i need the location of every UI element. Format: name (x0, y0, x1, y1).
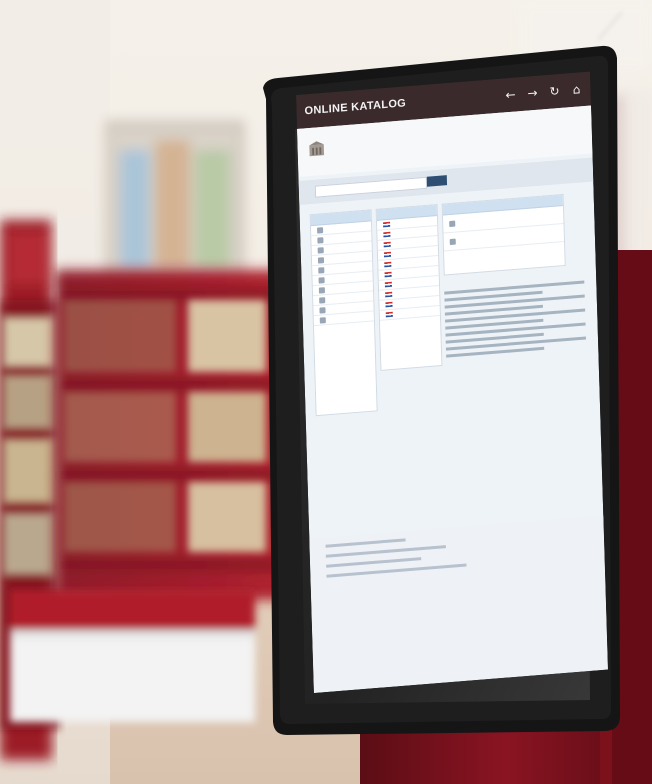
home-icon[interactable]: ⌂ (570, 82, 582, 97)
forward-arrow-icon[interactable]: → (526, 86, 538, 101)
row-bullet-icon (317, 236, 324, 244)
flag-icon (383, 251, 392, 258)
back-arrow-icon[interactable]: ← (504, 87, 516, 102)
flag-icon (384, 261, 392, 268)
reload-icon[interactable]: ↻ (548, 84, 560, 99)
flag-icon (385, 301, 393, 308)
language-column (375, 203, 443, 371)
flag-icon (384, 281, 392, 288)
row-bullet-icon (318, 276, 325, 284)
flag-icon (383, 221, 391, 228)
row-bullet-icon (317, 256, 325, 264)
row-bullet-icon (319, 296, 326, 304)
row-bullet-icon (319, 316, 326, 324)
kiosk-nav: ← → ↻ ⌂ (504, 82, 582, 102)
footer-line (326, 557, 422, 568)
row-bullet-icon (318, 266, 325, 274)
left-column (309, 209, 378, 417)
flag-icon (384, 271, 392, 278)
quick-links-card (441, 193, 566, 276)
library-logo-icon (309, 141, 325, 157)
footer-line (325, 545, 446, 558)
search-input[interactable] (314, 176, 428, 198)
library-info-block (444, 276, 590, 477)
quick-link-icon (449, 238, 456, 245)
footer-line (325, 538, 406, 548)
row-bullet-icon (318, 286, 325, 294)
row-bullet-icon (317, 226, 324, 234)
search-button[interactable] (426, 175, 448, 187)
page-footer (309, 515, 608, 693)
row-bullet-icon (317, 246, 324, 254)
catalog-webpage (297, 105, 608, 694)
flag-icon (383, 231, 391, 238)
kiosk-title: ONLINE KATALOG (304, 97, 407, 118)
flag-icon (385, 291, 393, 298)
kiosk-screen: ONLINE KATALOG ← → ↻ ⌂ (296, 71, 608, 694)
flag-icon (383, 241, 391, 248)
flag-icon (385, 311, 393, 318)
row-bullet-icon (319, 306, 326, 314)
quick-link-icon (449, 220, 456, 227)
